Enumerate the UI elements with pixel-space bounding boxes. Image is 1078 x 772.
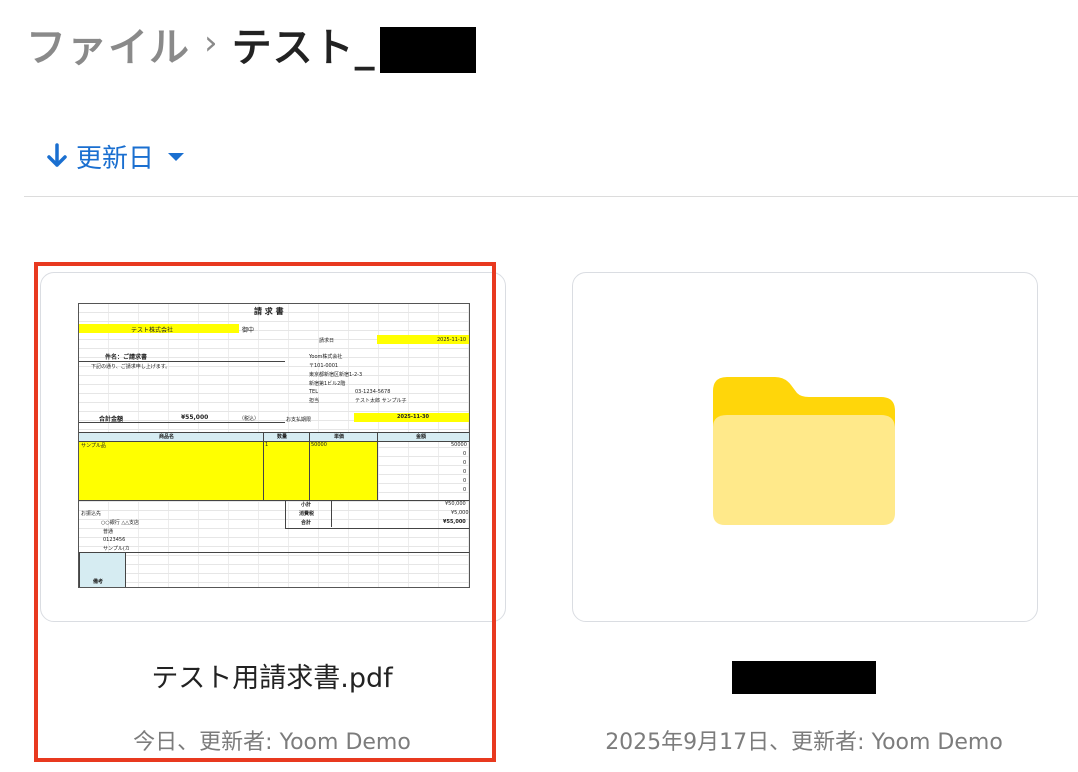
invoice-subtotal: ¥50,000	[445, 501, 466, 507]
invoice-col-amount: 金額	[416, 434, 427, 440]
invoice-address2: 新宿第1ビル2階	[309, 381, 346, 387]
folder-meta: 2025年9月17日、更新者: Yoom Demo	[605, 730, 1003, 755]
invoice-zero: 0	[463, 478, 467, 484]
invoice-due-label: お支払期限	[286, 417, 312, 423]
invoice-sum-label: 合計	[301, 520, 312, 526]
pdf-thumbnail: 請 求 書 テスト株式会社 御中 請求日 2025-11-10 件名：ご請求書 …	[78, 303, 470, 588]
redaction-bar	[732, 661, 876, 694]
invoice-tel: 03-1234-5678	[355, 389, 391, 395]
breadcrumb-parent-link[interactable]: ファイル	[26, 15, 190, 73]
caret-down-icon	[168, 153, 185, 161]
invoice-bank4: サンプル(カ	[103, 546, 130, 552]
invoice-subject: 件名：ご請求書	[105, 354, 148, 361]
file-meta: 今日、更新者: Yoom Demo	[133, 730, 411, 755]
invoice-bank-label: お振込先	[81, 511, 102, 517]
invoice-due-value: 2025-11-30	[397, 414, 429, 420]
invoice-zip: 〒101-0001	[309, 363, 339, 369]
invoice-note: 下記の通り、ご請求申し上げます。	[91, 364, 171, 370]
invoice-tax: ¥5,000	[451, 510, 469, 516]
redaction-bar	[379, 27, 476, 73]
invoice-tax-label: 消費税	[299, 511, 315, 517]
invoice-date-value: 2025-11-10	[437, 337, 467, 343]
invoice-row1-amount: 50000	[451, 442, 467, 448]
arrow-down-icon	[46, 143, 68, 169]
invoice-col-qty: 数量	[277, 434, 288, 440]
invoice-row1-unit: 50000	[311, 442, 327, 448]
invoice-date-label: 請求日	[319, 338, 335, 344]
breadcrumb-current-label: テスト_	[231, 25, 376, 71]
invoice-zero: 0	[463, 460, 467, 466]
invoice-bank1: ○○銀行 △△支店	[101, 520, 140, 526]
breadcrumb: ファイル › テスト_	[26, 15, 476, 73]
invoice-total: ¥55,000	[181, 414, 209, 421]
invoice-zero: 0	[463, 469, 467, 475]
file-name[interactable]: テスト用請求書.pdf	[40, 656, 504, 695]
breadcrumb-current: テスト_	[232, 15, 476, 73]
sort-button[interactable]: 更新日	[46, 138, 185, 174]
invoice-person-label: 担当	[309, 398, 320, 404]
invoice-company-to: テスト株式会社	[131, 327, 174, 334]
invoice-issuer: Yoom株式会社	[309, 354, 343, 360]
invoice-row1-qty: 1	[265, 442, 269, 448]
divider	[24, 196, 1078, 197]
invoice-remarks-label: 備考	[93, 579, 104, 585]
sort-label: 更新日	[76, 143, 155, 174]
invoice-address1: 東京都新宿区新宿1-2-3	[309, 372, 363, 378]
invoice-person: テスト太郎 サンプル子	[355, 398, 407, 404]
invoice-zero: 0	[463, 451, 467, 457]
invoice-bank3: 0123456	[103, 537, 126, 543]
invoice-zero: 0	[463, 487, 467, 493]
folder-card[interactable]	[572, 272, 1038, 622]
invoice-subtotal-label: 小計	[301, 502, 312, 508]
invoice-row1-item: サンプル品	[81, 443, 106, 449]
chevron-right-icon: ›	[204, 23, 218, 63]
invoice-title: 請 求 書	[254, 307, 284, 316]
invoice-tel-label: TEL	[309, 389, 318, 395]
folder-icon	[713, 377, 895, 525]
invoice-col-unit: 単価	[334, 434, 345, 440]
invoice-honorific: 御中	[242, 327, 255, 334]
invoice-bank2: 普通	[103, 529, 114, 535]
invoice-sum: ¥55,000	[443, 519, 466, 525]
invoice-tax-incl: （税込）	[239, 416, 260, 422]
invoice-col-item: 商品名	[159, 434, 175, 440]
